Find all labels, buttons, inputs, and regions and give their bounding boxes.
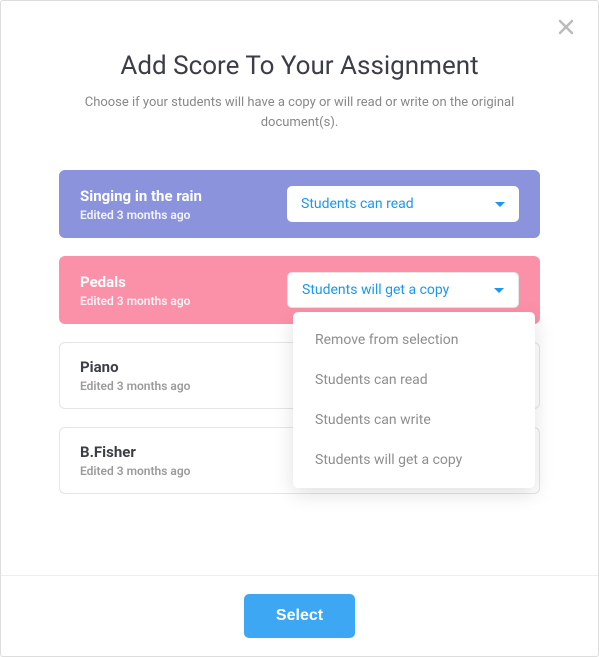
permission-select[interactable]: Students can read [287, 186, 519, 222]
modal-footer: Select [1, 575, 598, 656]
dropdown-option-remove[interactable]: Remove from selection [293, 320, 535, 360]
modal-header: Add Score To Your Assignment Choose if y… [1, 1, 598, 152]
permission-select-value: Students can read [301, 196, 414, 212]
score-title: Singing in the rain [80, 187, 202, 205]
score-info: Singing in the rain Edited 3 months ago [80, 187, 202, 222]
close-button[interactable] [556, 19, 576, 39]
score-info: B.Fisher Edited 3 months ago [80, 443, 190, 478]
score-row: Singing in the rain Edited 3 months ago … [59, 170, 540, 238]
add-score-modal: Add Score To Your Assignment Choose if y… [0, 0, 599, 657]
permission-dropdown: Remove from selection Students can read … [293, 312, 535, 488]
score-list: Singing in the rain Edited 3 months ago … [1, 152, 598, 575]
permission-select[interactable]: Students will get a copy [287, 272, 519, 308]
score-meta: Edited 3 months ago [80, 294, 190, 308]
modal-title: Add Score To Your Assignment [31, 51, 568, 81]
score-title: Piano [80, 358, 190, 376]
dropdown-option-write[interactable]: Students can write [293, 400, 535, 440]
chevron-down-icon [495, 202, 505, 207]
score-title: B.Fisher [80, 443, 190, 461]
score-title: Pedals [80, 273, 190, 291]
chevron-down-icon [494, 288, 504, 293]
score-meta: Edited 3 months ago [80, 379, 190, 393]
modal-subtitle: Choose if your students will have a copy… [50, 93, 550, 132]
score-meta: Edited 3 months ago [80, 464, 190, 478]
dropdown-option-copy[interactable]: Students will get a copy [293, 440, 535, 480]
score-meta: Edited 3 months ago [80, 208, 202, 222]
permission-select-value: Students will get a copy [302, 282, 449, 298]
select-button[interactable]: Select [244, 594, 355, 638]
score-info: Pedals Edited 3 months ago [80, 273, 190, 308]
dropdown-option-read[interactable]: Students can read [293, 360, 535, 400]
close-icon [558, 19, 574, 39]
score-info: Piano Edited 3 months ago [80, 358, 190, 393]
